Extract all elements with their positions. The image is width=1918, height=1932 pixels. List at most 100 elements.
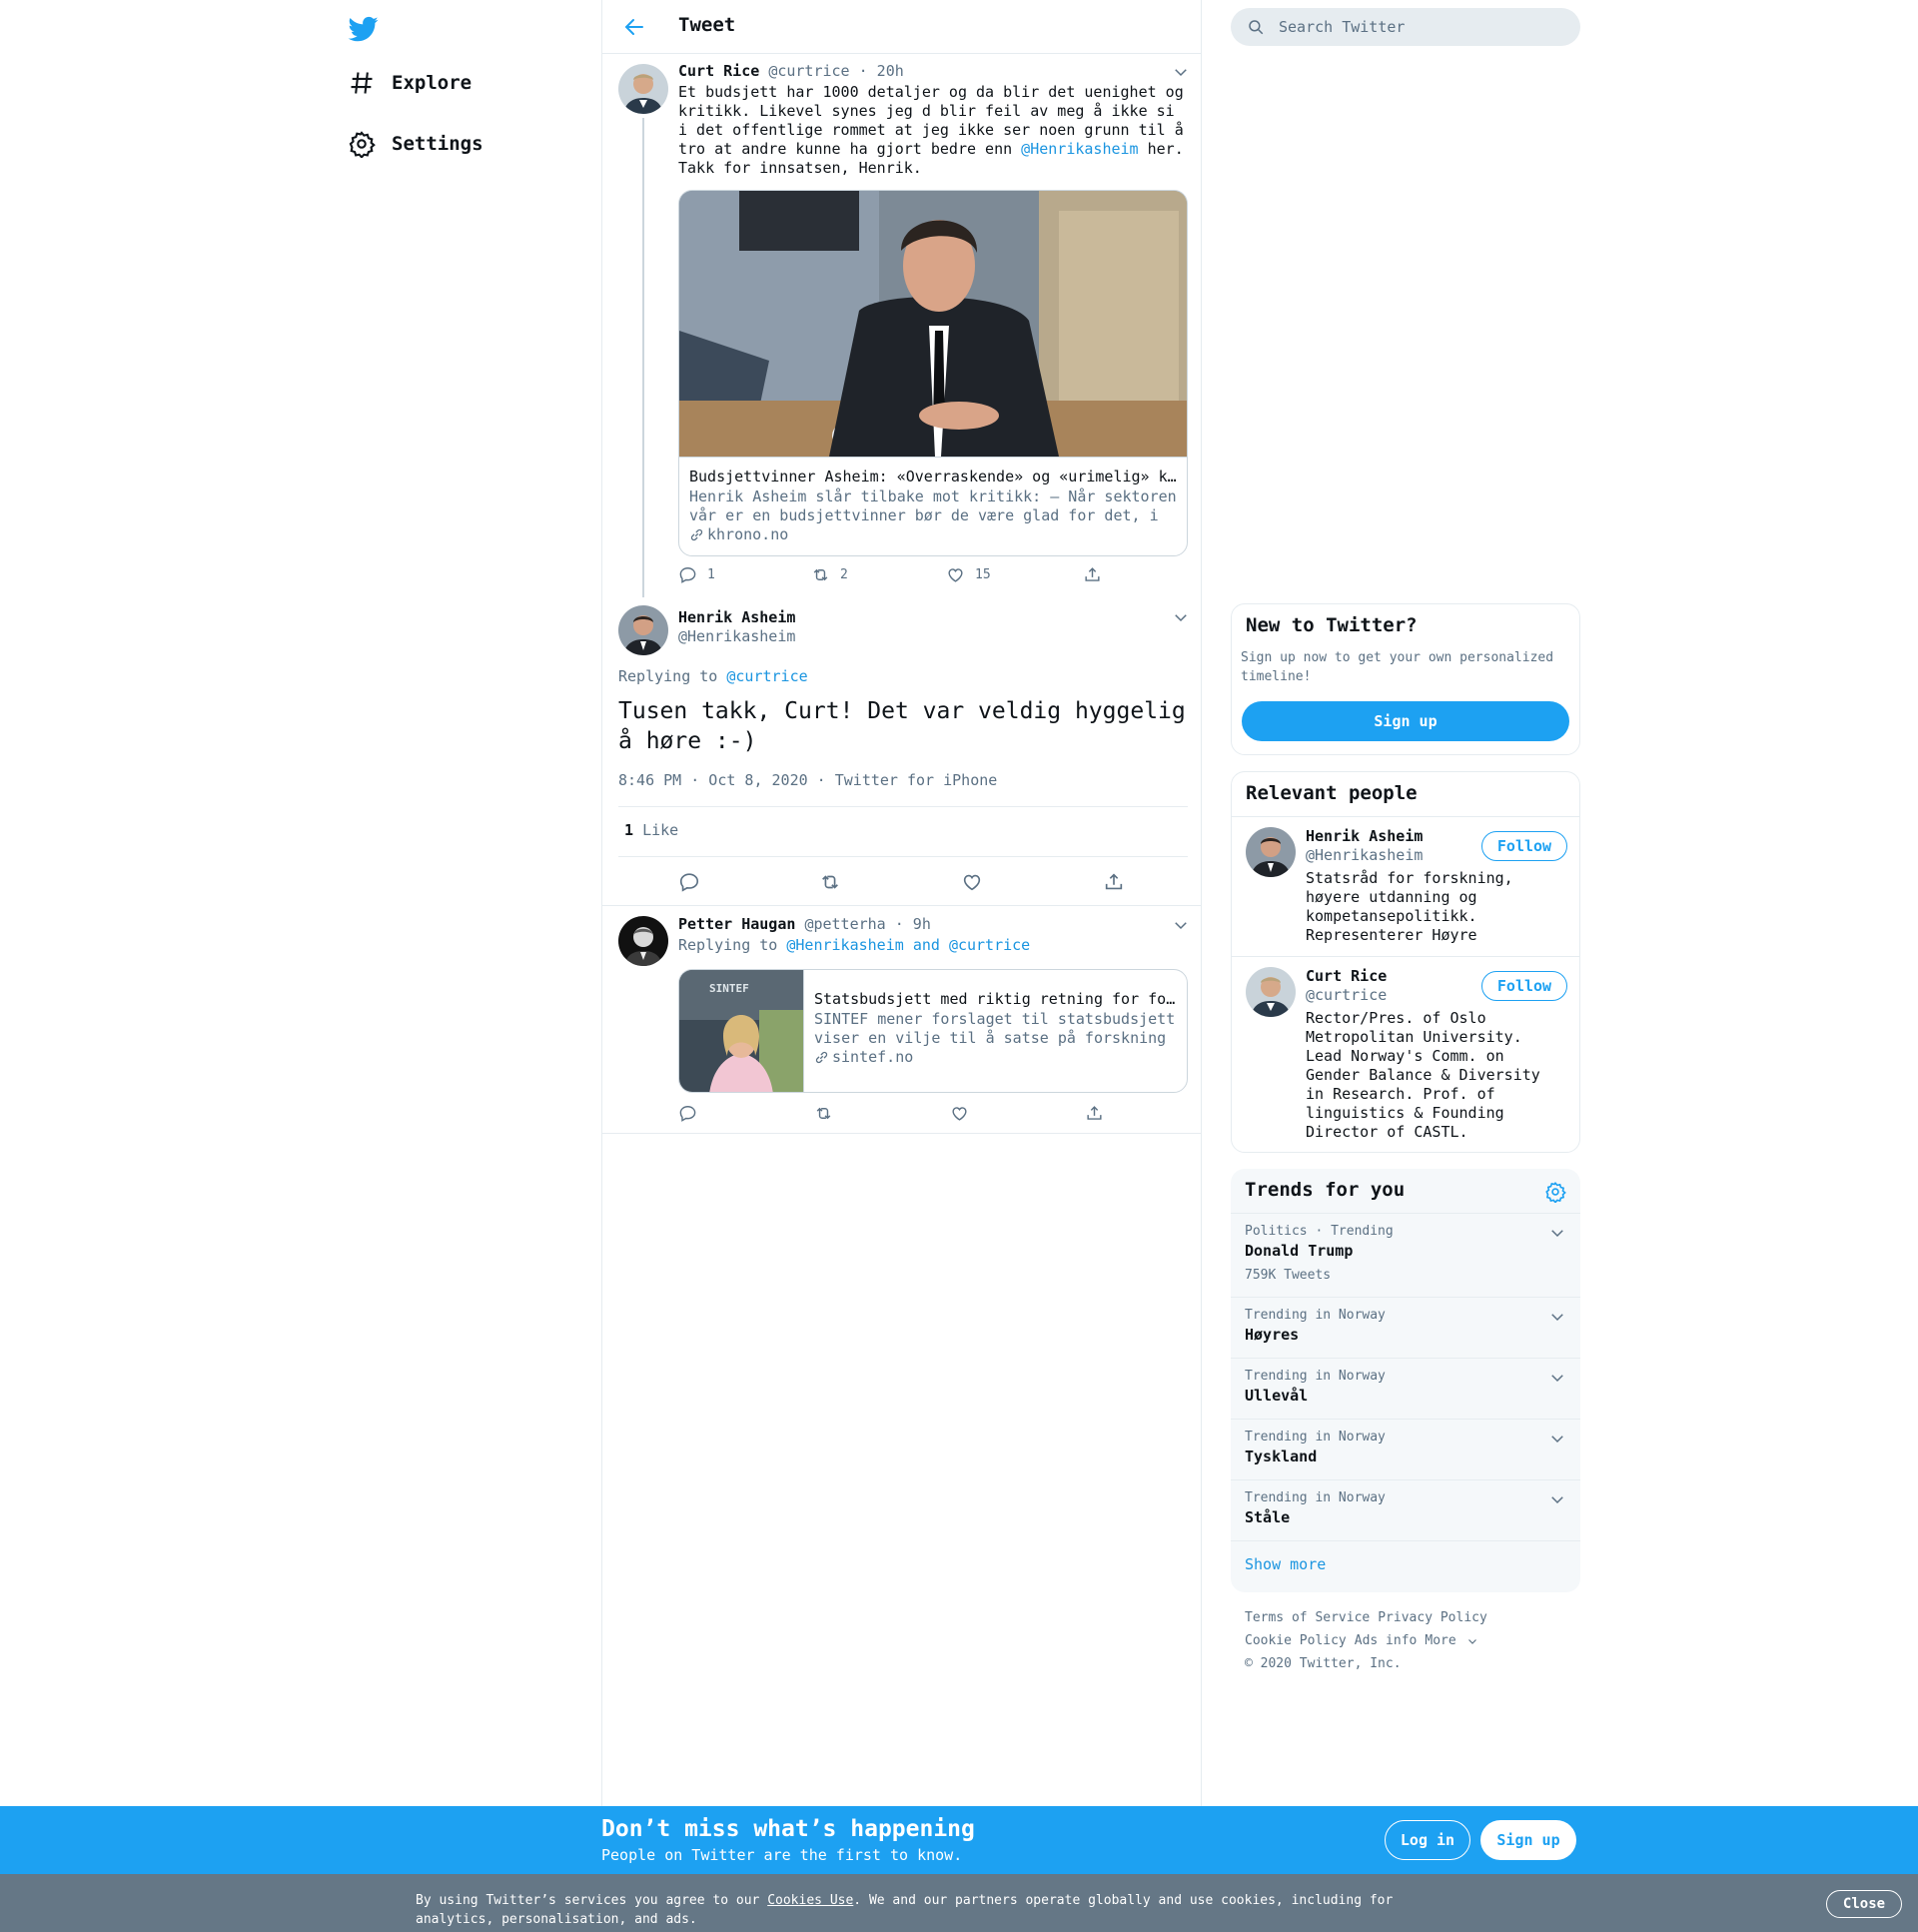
retweet-button[interactable] [819, 871, 961, 893]
chevron-down-icon[interactable] [1172, 916, 1190, 934]
show-more-link[interactable]: Show more [1231, 1540, 1580, 1592]
trend-name: Tyskland [1245, 1448, 1318, 1465]
tweet-source[interactable]: Twitter for iPhone [835, 771, 998, 789]
gear-icon [348, 130, 376, 158]
log-in-button[interactable]: Log in [1385, 1820, 1470, 1860]
link-card-khrono[interactable]: Budsjettvinner Asheim: «Overraskende» og… [678, 190, 1188, 556]
reply-icon [679, 1106, 696, 1122]
banner-subtitle: People on Twitter are the first to know. [601, 1846, 963, 1864]
chevron-down-icon[interactable] [1548, 1430, 1566, 1448]
twitter-bird-icon[interactable] [348, 14, 380, 44]
tweet-actions: 1 2 15 [678, 565, 1112, 584]
cookie-consent-bar: By using Twitter’s services you agree to… [0, 1874, 1918, 1932]
cookie-text: By using Twitter’s services you agree to… [416, 1891, 1415, 1929]
thread-line [642, 118, 644, 597]
footer-cookie[interactable]: Cookie Policy [1245, 1633, 1347, 1648]
mention-link[interactable]: @curtrice [726, 667, 807, 685]
search-input[interactable] [1279, 18, 1558, 36]
like-button[interactable] [950, 1104, 1085, 1123]
like-button[interactable]: 15 [946, 565, 1083, 584]
author-handle[interactable]: @curtrice [768, 62, 849, 80]
nav-settings[interactable]: Settings [348, 124, 483, 164]
chevron-down-icon[interactable] [1548, 1308, 1566, 1326]
like-button[interactable] [961, 871, 1103, 893]
trend-item[interactable]: Politics · Trending Donald Trump 759K Tw… [1231, 1213, 1580, 1297]
card-description: SINTEF mener forslaget til statsbudsjett… [814, 1010, 1176, 1047]
avatar[interactable] [1246, 827, 1296, 877]
back-arrow-icon[interactable] [622, 15, 646, 39]
author-handle[interactable]: @petterha [804, 915, 885, 933]
trend-name: Donald Trump [1245, 1242, 1354, 1260]
trend-item[interactable]: Trending in Norway Ullevål [1231, 1358, 1580, 1419]
panel-text: Sign up now to get your own personalized… [1241, 650, 1554, 684]
person-handle[interactable]: @Henrikasheim [1306, 846, 1423, 864]
close-button[interactable]: Close [1826, 1890, 1902, 1918]
footer-terms[interactable]: Terms of Service [1245, 1610, 1370, 1625]
avatar[interactable] [618, 605, 668, 655]
replying-to: Replying to @Henrikasheim and @curtrice [678, 936, 1030, 954]
person-name[interactable]: Henrik Asheim [1306, 827, 1423, 845]
follow-button[interactable]: Follow [1481, 831, 1567, 861]
relevant-person[interactable]: Curt Rice @curtrice Follow Rector/Pres. … [1232, 956, 1579, 1152]
retweet-button[interactable] [814, 1104, 950, 1123]
mention-link[interactable]: @Henrikasheim [786, 936, 903, 954]
card-description: Henrik Asheim slår tilbake mot kritikk: … [689, 487, 1177, 524]
person-bio: Rector/Pres. of Oslo Metropolitan Univer… [1306, 1009, 1540, 1141]
heart-icon [952, 1107, 967, 1121]
tweet-timestamp[interactable]: 8:46 PM · Oct 8, 2020 [618, 771, 808, 789]
footer-more[interactable]: More [1425, 1633, 1485, 1648]
reply-button[interactable]: 1 [678, 565, 811, 584]
retweet-button[interactable]: 2 [811, 565, 946, 584]
share-button[interactable] [1085, 1104, 1114, 1123]
avatar[interactable] [618, 64, 668, 114]
trend-context: Trending in Norway [1245, 1430, 1386, 1445]
retweet-count: 2 [840, 567, 848, 582]
tweet-time[interactable]: · 9h [895, 915, 931, 933]
chevron-down-icon[interactable] [1172, 608, 1190, 626]
gear-icon[interactable] [1544, 1181, 1566, 1203]
avatar[interactable] [1246, 967, 1296, 1017]
share-button[interactable] [1083, 565, 1112, 584]
author-name[interactable]: Petter Haugan [678, 915, 795, 933]
author-handle[interactable]: @Henrikasheim [678, 627, 795, 645]
search-box[interactable] [1231, 8, 1580, 46]
trend-item[interactable]: Trending in Norway Ståle [1231, 1479, 1580, 1540]
sign-up-button[interactable]: Sign up [1480, 1820, 1576, 1860]
nav-explore[interactable]: Explore [348, 63, 472, 103]
footer-ads[interactable]: Ads info [1355, 1633, 1418, 1648]
avatar[interactable] [618, 916, 668, 966]
panel-title: New to Twitter? [1246, 614, 1418, 636]
chevron-down-icon[interactable] [1548, 1224, 1566, 1242]
card-title: Budsjettvinner Asheim: «Overraskende» og… [689, 468, 1179, 485]
card-title: Statsbudsjett med riktig retning for for… [814, 990, 1179, 1008]
share-button[interactable] [1103, 871, 1135, 893]
sign-up-button[interactable]: Sign up [1242, 701, 1569, 741]
trend-context: Trending in Norway [1245, 1308, 1386, 1323]
cookies-use-link[interactable]: Cookies Use [767, 1893, 853, 1908]
mention-link[interactable]: @curtrice [949, 936, 1030, 954]
footer-privacy[interactable]: Privacy Policy [1378, 1610, 1487, 1625]
person-handle[interactable]: @curtrice [1306, 986, 1387, 1004]
person-name[interactable]: Curt Rice [1306, 967, 1387, 985]
link-card-sintef[interactable]: SINTEF Statsbudsjett med riktig retning … [678, 969, 1188, 1093]
trend-item[interactable]: Trending in Norway Høyres [1231, 1297, 1580, 1358]
chevron-down-icon[interactable] [1172, 63, 1190, 81]
chevron-down-icon[interactable] [1548, 1369, 1566, 1387]
mention-link[interactable]: @Henrikasheim [1021, 140, 1138, 158]
card-domain: khrono.no [689, 525, 1179, 543]
tweet-time[interactable]: · 20h [859, 62, 904, 80]
author-name[interactable]: Henrik Asheim [678, 608, 795, 626]
trend-item[interactable]: Trending in Norway Tyskland [1231, 1419, 1580, 1479]
chevron-down-icon[interactable] [1548, 1490, 1566, 1508]
author-name[interactable]: Curt Rice [678, 62, 759, 80]
reply-button[interactable] [678, 1104, 814, 1123]
retweet-icon [822, 875, 838, 889]
replying-label: Replying to [618, 667, 718, 685]
share-icon [1105, 873, 1123, 890]
relevant-person[interactable]: Henrik Asheim @Henrikasheim Follow Stats… [1232, 816, 1579, 956]
divider [618, 806, 1188, 807]
like-summary[interactable]: 1 Like [624, 821, 678, 839]
chevron-down-icon [1466, 1635, 1478, 1647]
follow-button[interactable]: Follow [1481, 971, 1567, 1001]
reply-button[interactable] [678, 871, 819, 893]
